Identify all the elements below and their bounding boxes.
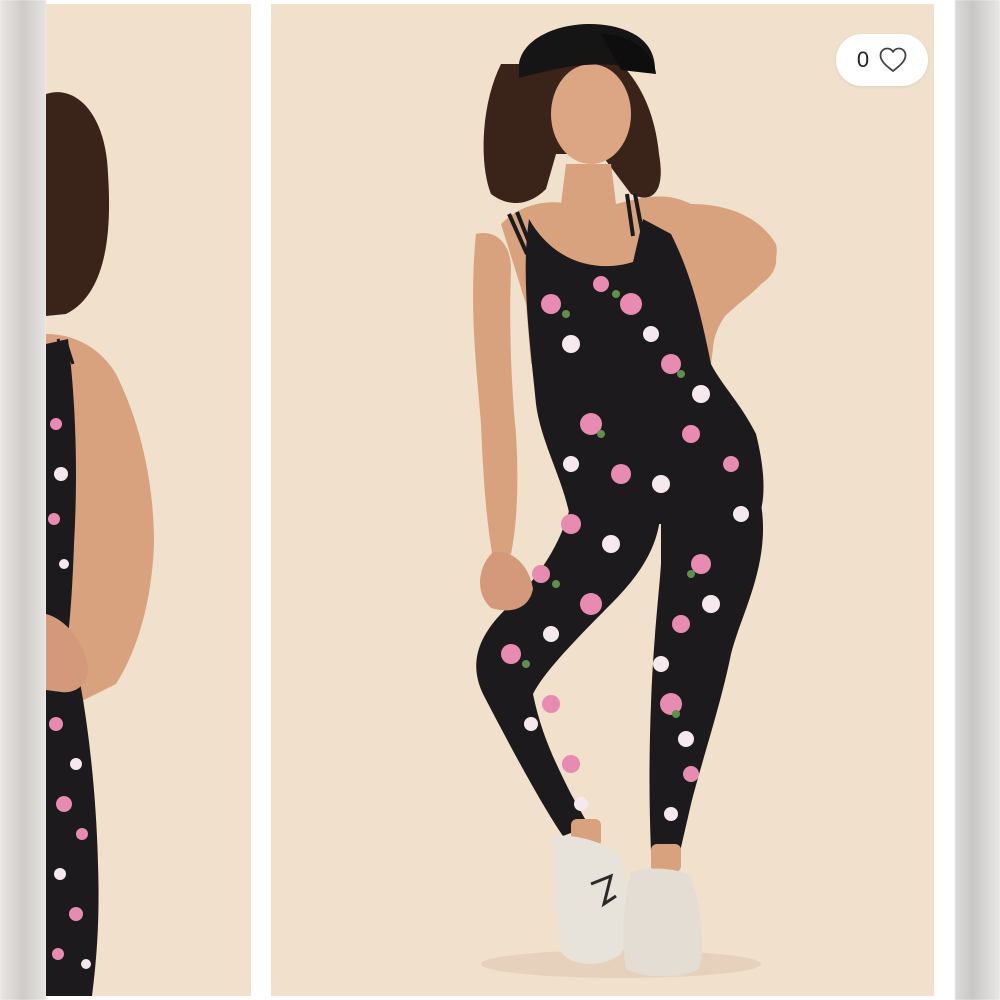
sneaker-left bbox=[553, 835, 630, 964]
heart-outline-icon bbox=[879, 47, 907, 72]
adjacent-image-edge-right bbox=[955, 0, 1000, 1000]
model-figure-main bbox=[473, 23, 777, 978]
gallery-gap bbox=[934, 0, 955, 1000]
adjacent-image-edge-left bbox=[0, 0, 46, 1000]
like-count: 0 bbox=[856, 47, 870, 72]
product-photo-secondary[interactable] bbox=[46, 4, 251, 996]
hair-shape bbox=[46, 92, 110, 316]
model-figure-side bbox=[46, 92, 154, 996]
garment-lower bbox=[46, 654, 99, 996]
like-button[interactable]: 0 bbox=[836, 34, 928, 86]
gallery-gap bbox=[251, 0, 271, 1000]
face-shape bbox=[551, 64, 631, 164]
sneaker-right bbox=[623, 868, 703, 977]
arm-left bbox=[473, 233, 518, 559]
product-photo-main[interactable] bbox=[271, 4, 934, 996]
